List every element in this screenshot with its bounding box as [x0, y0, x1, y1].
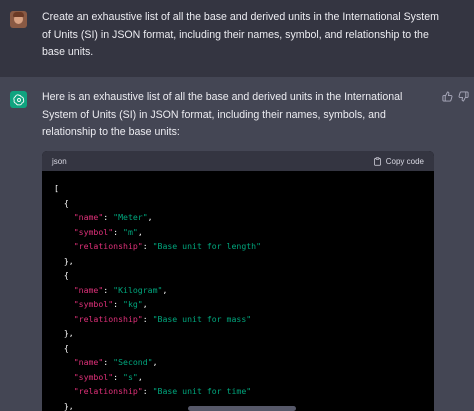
- json-string-value: "Second": [113, 357, 153, 367]
- code-punctuation: :: [113, 371, 124, 382]
- user-avatar: [10, 11, 27, 28]
- code-punctuation: :: [113, 226, 124, 237]
- thumbs-down-icon[interactable]: [458, 91, 469, 102]
- code-line: },: [54, 326, 434, 341]
- code-punctuation: },: [54, 255, 74, 266]
- json-string-value: "Kilogram": [113, 284, 163, 295]
- code-content: [ { "name": "Meter", "symbol": "m", "rel…: [42, 171, 434, 411]
- code-line: {: [54, 268, 434, 283]
- code-line: },: [54, 254, 434, 269]
- code-punctuation: },: [54, 400, 74, 411]
- copy-code-button[interactable]: Copy code: [373, 157, 424, 166]
- assistant-message-text: Here is an exhaustive list of all the ba…: [42, 91, 403, 138]
- json-key: "symbol": [73, 299, 114, 309]
- code-punctuation: ,: [152, 357, 158, 367]
- code-punctuation: {: [54, 342, 69, 353]
- code-punctuation: :: [142, 241, 153, 251]
- code-line: "symbol": "s",: [54, 370, 434, 385]
- code-line: {: [54, 341, 434, 356]
- user-message-text: Create an exhaustive list of all the bas…: [42, 11, 439, 58]
- code-line: "symbol": "kg",: [54, 297, 434, 312]
- code-line: "relationship": "Base unit for mass": [54, 312, 434, 327]
- code-punctuation: ,: [137, 371, 143, 382]
- avatar-hair: [13, 12, 24, 17]
- json-string-value: "Base unit for length": [152, 241, 262, 251]
- horizontal-scrollbar[interactable]: [188, 406, 296, 411]
- json-key: "relationship": [73, 313, 143, 324]
- json-string-value: "kg": [123, 299, 143, 309]
- code-block-header: json Copy code: [42, 151, 434, 171]
- json-key: "relationship": [73, 386, 143, 396]
- code-punctuation: :: [103, 212, 114, 222]
- json-key: "symbol": [73, 371, 114, 382]
- code-punctuation: ,: [142, 299, 148, 309]
- code-punctuation: {: [54, 197, 69, 208]
- code-punctuation: :: [113, 299, 124, 309]
- code-punctuation: :: [103, 284, 114, 295]
- user-message-row: Create an exhaustive list of all the bas…: [0, 0, 474, 77]
- code-line: "relationship": "Base unit for time": [54, 384, 434, 399]
- code-line: "symbol": "m",: [54, 225, 434, 240]
- json-string-value: "s": [123, 371, 138, 382]
- json-key: "symbol": [73, 226, 114, 237]
- code-punctuation: :: [142, 386, 153, 396]
- json-string-value: "Base unit for mass": [152, 313, 252, 324]
- clipboard-icon: [373, 156, 381, 166]
- code-line: {: [54, 196, 434, 211]
- thumbs-up-icon[interactable]: [442, 91, 453, 102]
- code-punctuation: :: [103, 357, 114, 367]
- json-key: "name": [73, 357, 104, 367]
- json-string-value: "m": [123, 226, 138, 237]
- code-line: "relationship": "Base unit for length": [54, 239, 434, 254]
- code-line: [: [54, 181, 434, 196]
- copy-code-label: Copy code: [385, 156, 424, 166]
- json-string-value: "Base unit for time": [152, 386, 252, 396]
- json-key: "name": [73, 284, 104, 295]
- code-line: "name": "Kilogram",: [54, 283, 434, 298]
- json-string-value: "Meter": [113, 212, 148, 222]
- json-key: "name": [73, 212, 104, 222]
- code-punctuation: {: [54, 270, 69, 280]
- code-block: json Copy code [ { "name": "Meter", "sym…: [42, 151, 434, 411]
- code-punctuation: [: [54, 183, 59, 193]
- code-punctuation: :: [142, 313, 153, 324]
- chatgpt-logo-icon: [10, 91, 27, 108]
- code-line: "name": "Meter",: [54, 210, 434, 225]
- code-language-label: json: [52, 156, 67, 166]
- code-punctuation: ,: [137, 226, 143, 237]
- code-punctuation: ,: [162, 284, 168, 295]
- code-punctuation: ,: [147, 212, 153, 222]
- code-line: "name": "Second",: [54, 355, 434, 370]
- code-punctuation: },: [54, 328, 74, 338]
- json-key: "relationship": [73, 241, 143, 251]
